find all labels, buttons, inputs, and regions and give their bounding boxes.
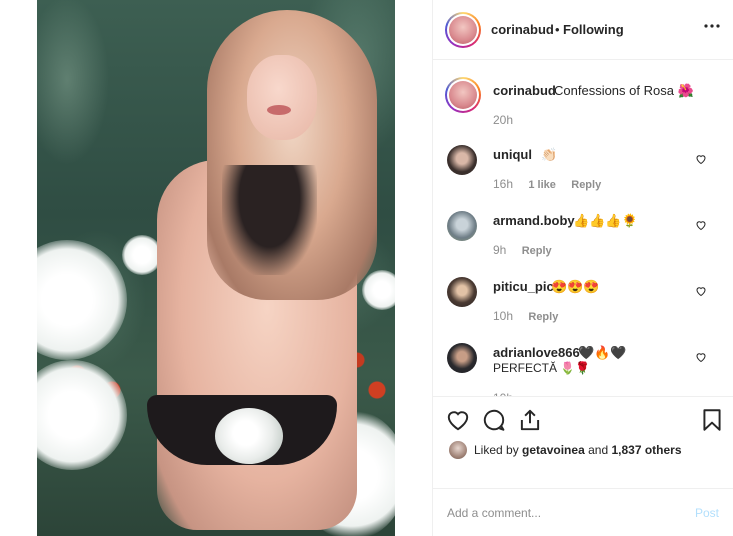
comment-icon[interactable] — [481, 407, 507, 433]
post-header: corinabud • Following — [433, 0, 733, 60]
caption-time[interactable]: 20h — [493, 113, 513, 127]
comment-username[interactable]: armand.boby — [493, 213, 575, 228]
comment-meta: 10h Reply — [493, 309, 558, 323]
comment-input[interactable]: Add a comment... — [447, 506, 541, 520]
author-username[interactable]: corinabud — [491, 22, 554, 37]
comment-item: adrianlove866 🖤🔥🖤 PERFECTĂ 🌷🌹 10h — [433, 343, 733, 396]
white-rose — [215, 408, 283, 464]
comment-text: 😍😍😍 — [551, 279, 600, 294]
reply-button[interactable]: Reply — [528, 311, 558, 323]
comment-item: piticu_pic 😍😍😍 10h Reply — [433, 277, 733, 343]
comment-meta: 16h 1 like Reply — [493, 177, 601, 191]
comment-time[interactable]: 10h — [493, 309, 513, 323]
comment-item: armand.boby 👍👍👍🌻 9h Reply — [433, 211, 733, 277]
post-actions: Liked by getavoinea and 1,837 others — [433, 396, 733, 488]
comment-likes[interactable]: 1 like — [528, 179, 556, 191]
likes-summary: Liked by getavoinea and 1,837 others — [449, 441, 682, 459]
heart-icon[interactable] — [695, 351, 707, 363]
reply-button[interactable]: Reply — [571, 179, 601, 191]
likes-middle: and — [588, 443, 609, 457]
heart-icon[interactable] — [695, 153, 707, 165]
commenter-avatar[interactable] — [447, 145, 477, 175]
left-margin — [0, 0, 37, 536]
commenter-avatar[interactable] — [447, 277, 477, 307]
post-image[interactable] — [37, 0, 395, 536]
comment-username[interactable]: uniqul — [493, 147, 532, 162]
post-button[interactable]: Post — [695, 506, 719, 520]
comment-item: uniqul 👏🏻 16h 1 like Reply — [433, 145, 733, 211]
comment-username[interactable]: piticu_pic — [493, 279, 554, 294]
author-avatar[interactable] — [445, 12, 481, 48]
liker-username[interactable]: getavoinea — [522, 443, 585, 457]
commenter-avatar[interactable] — [447, 211, 477, 241]
likes-count[interactable]: 1,837 others — [611, 443, 681, 457]
caption-text: Confessions of Rosa 🌺 — [554, 83, 694, 98]
heart-icon[interactable] — [695, 219, 707, 231]
comment-time[interactable]: 16h — [493, 177, 513, 191]
comment-text: 👍👍👍🌻 — [573, 213, 638, 228]
caption-avatar[interactable] — [445, 77, 481, 113]
comment-text: 🖤🔥🖤 — [578, 345, 627, 360]
bookmark-icon[interactable] — [699, 407, 725, 433]
header-separator: • — [555, 22, 560, 37]
post-side-panel: corinabud • Following corinabud Confessi… — [432, 0, 733, 536]
comment-username[interactable]: adrianlove866 — [493, 345, 580, 360]
comment-text: 👏🏻 — [541, 147, 558, 162]
comment-meta: 9h Reply — [493, 243, 552, 257]
comment-time[interactable]: 9h — [493, 243, 506, 257]
more-options-icon[interactable] — [703, 16, 721, 34]
comments-list[interactable]: corinabud Confessions of Rosa 🌺 20h uniq… — [433, 61, 733, 396]
following-button[interactable]: Following — [563, 22, 624, 37]
heart-icon[interactable] — [695, 285, 707, 297]
add-comment-bar: Add a comment... Post — [433, 488, 733, 536]
caption-username[interactable]: corinabud — [493, 83, 556, 98]
reply-button[interactable]: Reply — [522, 245, 552, 257]
likes-prefix: Liked by — [474, 443, 519, 457]
like-heart-icon[interactable] — [445, 407, 471, 433]
share-icon[interactable] — [517, 407, 543, 433]
comment-text-line2: PERFECTĂ 🌷🌹 — [493, 361, 591, 375]
commenter-avatar[interactable] — [447, 343, 477, 373]
liker-avatar[interactable] — [449, 441, 467, 459]
